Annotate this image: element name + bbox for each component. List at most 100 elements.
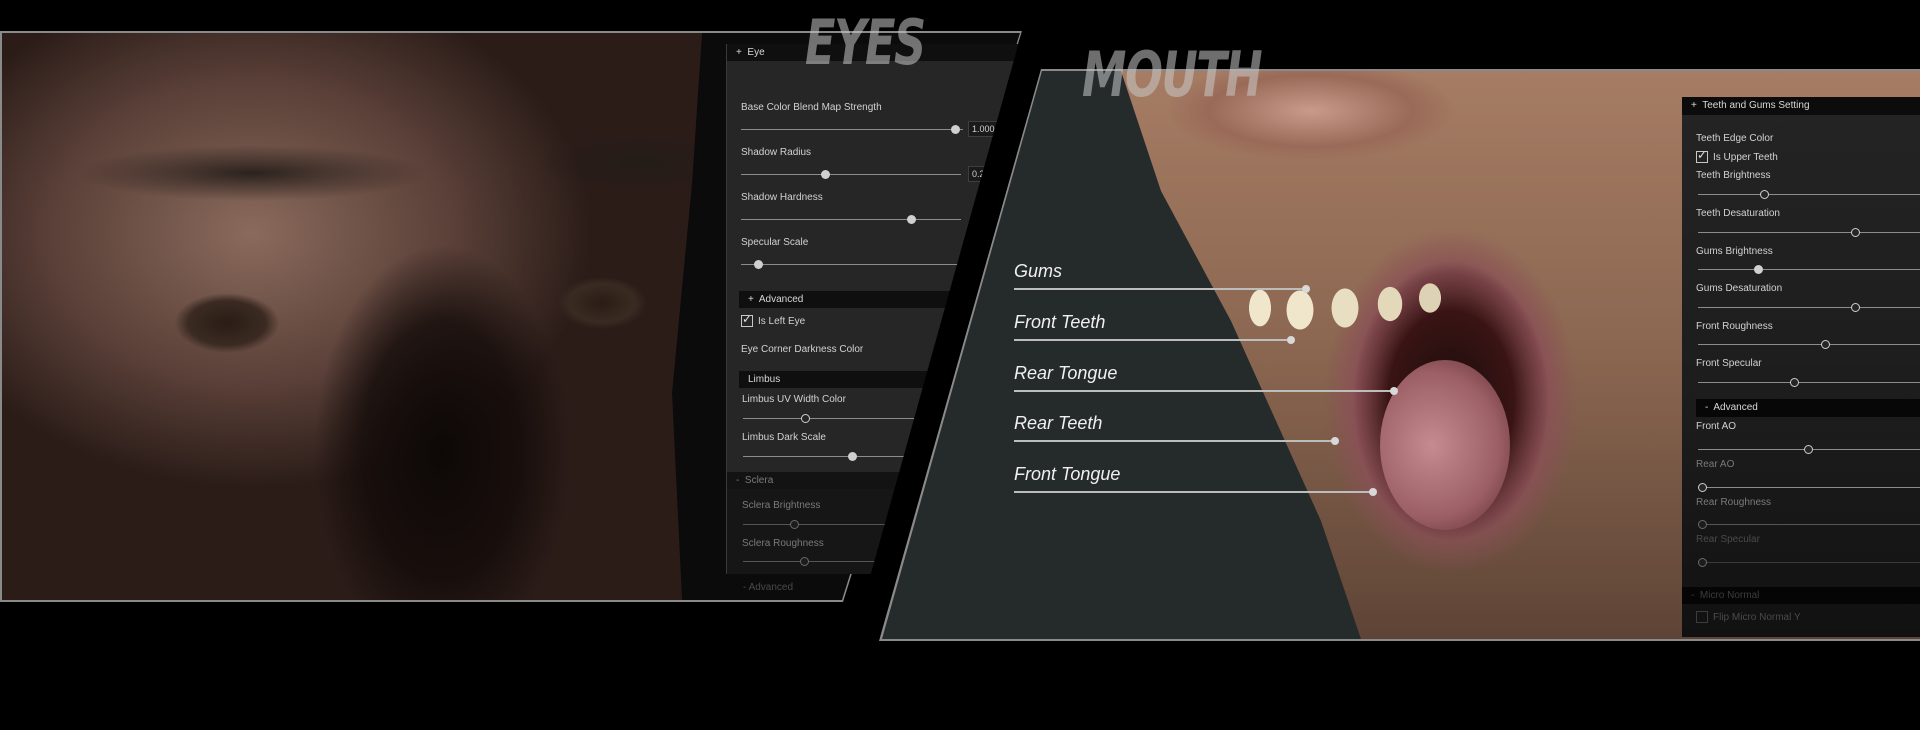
eyes-title: EYES — [805, 6, 926, 79]
teeth-gums-section-header[interactable]: + Teeth and Gums Setting — [1682, 97, 1920, 115]
callout-dot-front-teeth — [1287, 336, 1295, 344]
slider-label-limbus-dark-scale: Limbus Dark Scale — [742, 432, 826, 443]
slider-knob-shadow-hardness[interactable] — [907, 215, 916, 224]
slider-knob-front-specular[interactable] — [1790, 378, 1799, 387]
tongue-render — [1380, 360, 1510, 530]
mouth-advanced-label: Advanced — [1713, 402, 1758, 413]
slider-label-limbus-uv-width: Limbus UV Width Color — [742, 394, 846, 405]
eyes-render-image — [2, 33, 702, 600]
callout-dot-rear-tongue — [1390, 387, 1398, 395]
micro-normal-section-header[interactable]: - Micro Normal — [1682, 587, 1920, 604]
sclera-label: Sclera — [744, 475, 774, 486]
slider-knob-sclera-roughness[interactable] — [800, 557, 809, 566]
callout-dot-rear-teeth — [1331, 437, 1339, 445]
is-upper-teeth-label: Is Upper Teeth — [1713, 152, 1778, 163]
value-field-base-color-blend[interactable]: 1.000 — [968, 121, 1007, 137]
slider-label-rear-specular: Rear Specular — [1696, 534, 1760, 545]
sclera-advanced-label: Advanced — [748, 582, 794, 593]
slider-knob-teeth-desaturation[interactable] — [1851, 228, 1860, 237]
slider-label-shadow-radius: Shadow Radius — [741, 147, 812, 158]
slider-label-rear-roughness: Rear Roughness — [1696, 497, 1772, 508]
slider-label-sclera-brightness: Sclera Brightness — [742, 500, 821, 511]
mouth-title: MOUTH — [1082, 38, 1263, 111]
slider-label-teeth-brightness: Teeth Brightness — [1696, 170, 1771, 181]
slider-label-sclera-roughness: Sclera Roughness — [742, 538, 824, 549]
slider-knob-specular-scale[interactable] — [754, 260, 763, 269]
slider-knob-shadow-radius[interactable] — [821, 170, 830, 179]
teeth-edge-color-label[interactable]: Teeth Edge Color — [1696, 133, 1773, 144]
slider-label-shadow-hardness: Shadow Hardness — [741, 192, 823, 203]
slider-shadow-radius[interactable] — [741, 174, 961, 175]
slider-sclera-roughness[interactable] — [743, 561, 893, 562]
callout-label-front-tongue: Front Tongue — [1014, 464, 1121, 484]
slider-base-color-blend[interactable] — [741, 129, 963, 130]
collapse-icon: - — [736, 475, 740, 486]
collapse-icon: - — [743, 582, 747, 593]
callout-line-rear-teeth — [1014, 440, 1335, 442]
slider-knob-teeth-brightness[interactable] — [1760, 190, 1769, 199]
collapse-icon: - — [1691, 590, 1695, 601]
slider-knob-front-ao[interactable] — [1804, 445, 1813, 454]
slider-gums-desaturation[interactable] — [1698, 307, 1920, 308]
slider-sclera-brightness[interactable] — [743, 524, 913, 525]
expand-icon: + — [748, 294, 754, 305]
flip-micro-normal-label: Flip Micro Normal Y — [1713, 612, 1801, 623]
slider-knob-sclera-brightness[interactable] — [790, 520, 799, 529]
callout-label-front-teeth: Front Teeth — [1014, 312, 1106, 332]
callout-line-front-teeth — [1014, 339, 1291, 341]
slider-knob-rear-ao[interactable] — [1698, 483, 1707, 492]
callout-dot-front-tongue — [1369, 488, 1377, 496]
slider-teeth-desaturation[interactable] — [1698, 232, 1920, 233]
checkmark-icon: ✓ — [1697, 148, 1708, 162]
slider-label-rear-ao: Rear AO — [1696, 459, 1735, 470]
callout-dot-gums — [1302, 285, 1310, 293]
slider-limbus-uv-width[interactable] — [743, 418, 943, 419]
slider-knob-gums-brightness[interactable] — [1754, 265, 1763, 274]
slider-rear-ao[interactable] — [1698, 487, 1920, 488]
slider-label-gums-desaturation: Gums Desaturation — [1696, 283, 1783, 294]
slider-label-teeth-desaturation: Teeth Desaturation — [1696, 208, 1780, 219]
slider-knob-rear-specular[interactable] — [1698, 558, 1707, 567]
teeth-gums-settings-panel: + Teeth and Gums Setting Teeth Edge Colo… — [1682, 97, 1920, 637]
callout-label-rear-tongue: Rear Tongue — [1014, 363, 1118, 383]
teeth-gums-section-label: Teeth and Gums Setting — [1702, 100, 1810, 111]
slider-front-roughness[interactable] — [1698, 344, 1920, 345]
advanced-label: Advanced — [758, 294, 804, 305]
slider-label-gums-brightness: Gums Brightness — [1696, 246, 1773, 257]
slider-knob-gums-desaturation[interactable] — [1851, 303, 1860, 312]
flip-micro-normal-checkbox[interactable] — [1696, 611, 1708, 623]
eye-section-label: Eye — [747, 47, 765, 58]
slider-label-front-roughness: Front Roughness — [1696, 321, 1773, 332]
slider-label-base-color-blend: Base Color Blend Map Strength — [741, 102, 882, 113]
expand-icon: + — [736, 47, 742, 58]
micro-normal-label: Micro Normal — [1699, 590, 1760, 601]
slider-label-specular-scale: Specular Scale — [741, 237, 809, 248]
slider-rear-roughness[interactable] — [1698, 524, 1920, 525]
slider-front-specular[interactable] — [1698, 382, 1920, 383]
eye-corner-darkness-color-label[interactable]: Eye Corner Darkness Color — [741, 344, 863, 355]
value-field-shadow-radius[interactable]: 0.2 — [968, 166, 1007, 182]
callout-label-rear-teeth: Rear Teeth — [1014, 413, 1103, 433]
slider-specular-scale[interactable] — [741, 264, 961, 265]
collapse-icon: - — [1705, 402, 1709, 413]
slider-shadow-hardness[interactable] — [741, 219, 961, 220]
slider-knob-front-roughness[interactable] — [1821, 340, 1830, 349]
slider-teeth-brightness[interactable] — [1698, 194, 1920, 195]
slider-label-front-specular: Front Specular — [1696, 358, 1762, 369]
expand-icon: + — [1691, 100, 1697, 111]
callout-line-gums — [1014, 288, 1306, 290]
is-left-eye-checkbox[interactable]: ✓ — [741, 312, 753, 327]
slider-limbus-dark-scale[interactable] — [743, 456, 933, 457]
limbus-label: Limbus — [748, 374, 781, 385]
slider-knob-rear-roughness[interactable] — [1698, 520, 1707, 529]
slider-knob-limbus-uv-width[interactable] — [801, 414, 810, 423]
is-upper-teeth-checkbox[interactable]: ✓ — [1696, 148, 1708, 163]
mouth-advanced-section-header[interactable]: - Advanced — [1696, 399, 1920, 417]
callout-line-front-tongue — [1014, 491, 1373, 493]
callout-label-gums: Gums — [1014, 261, 1063, 281]
slider-knob-base-color-blend[interactable] — [951, 125, 960, 134]
slider-gums-brightness[interactable] — [1698, 269, 1920, 270]
sclera-advanced-header[interactable]: - Advanced — [743, 582, 793, 593]
slider-knob-limbus-dark-scale[interactable] — [848, 452, 857, 461]
slider-rear-specular[interactable] — [1698, 562, 1920, 563]
